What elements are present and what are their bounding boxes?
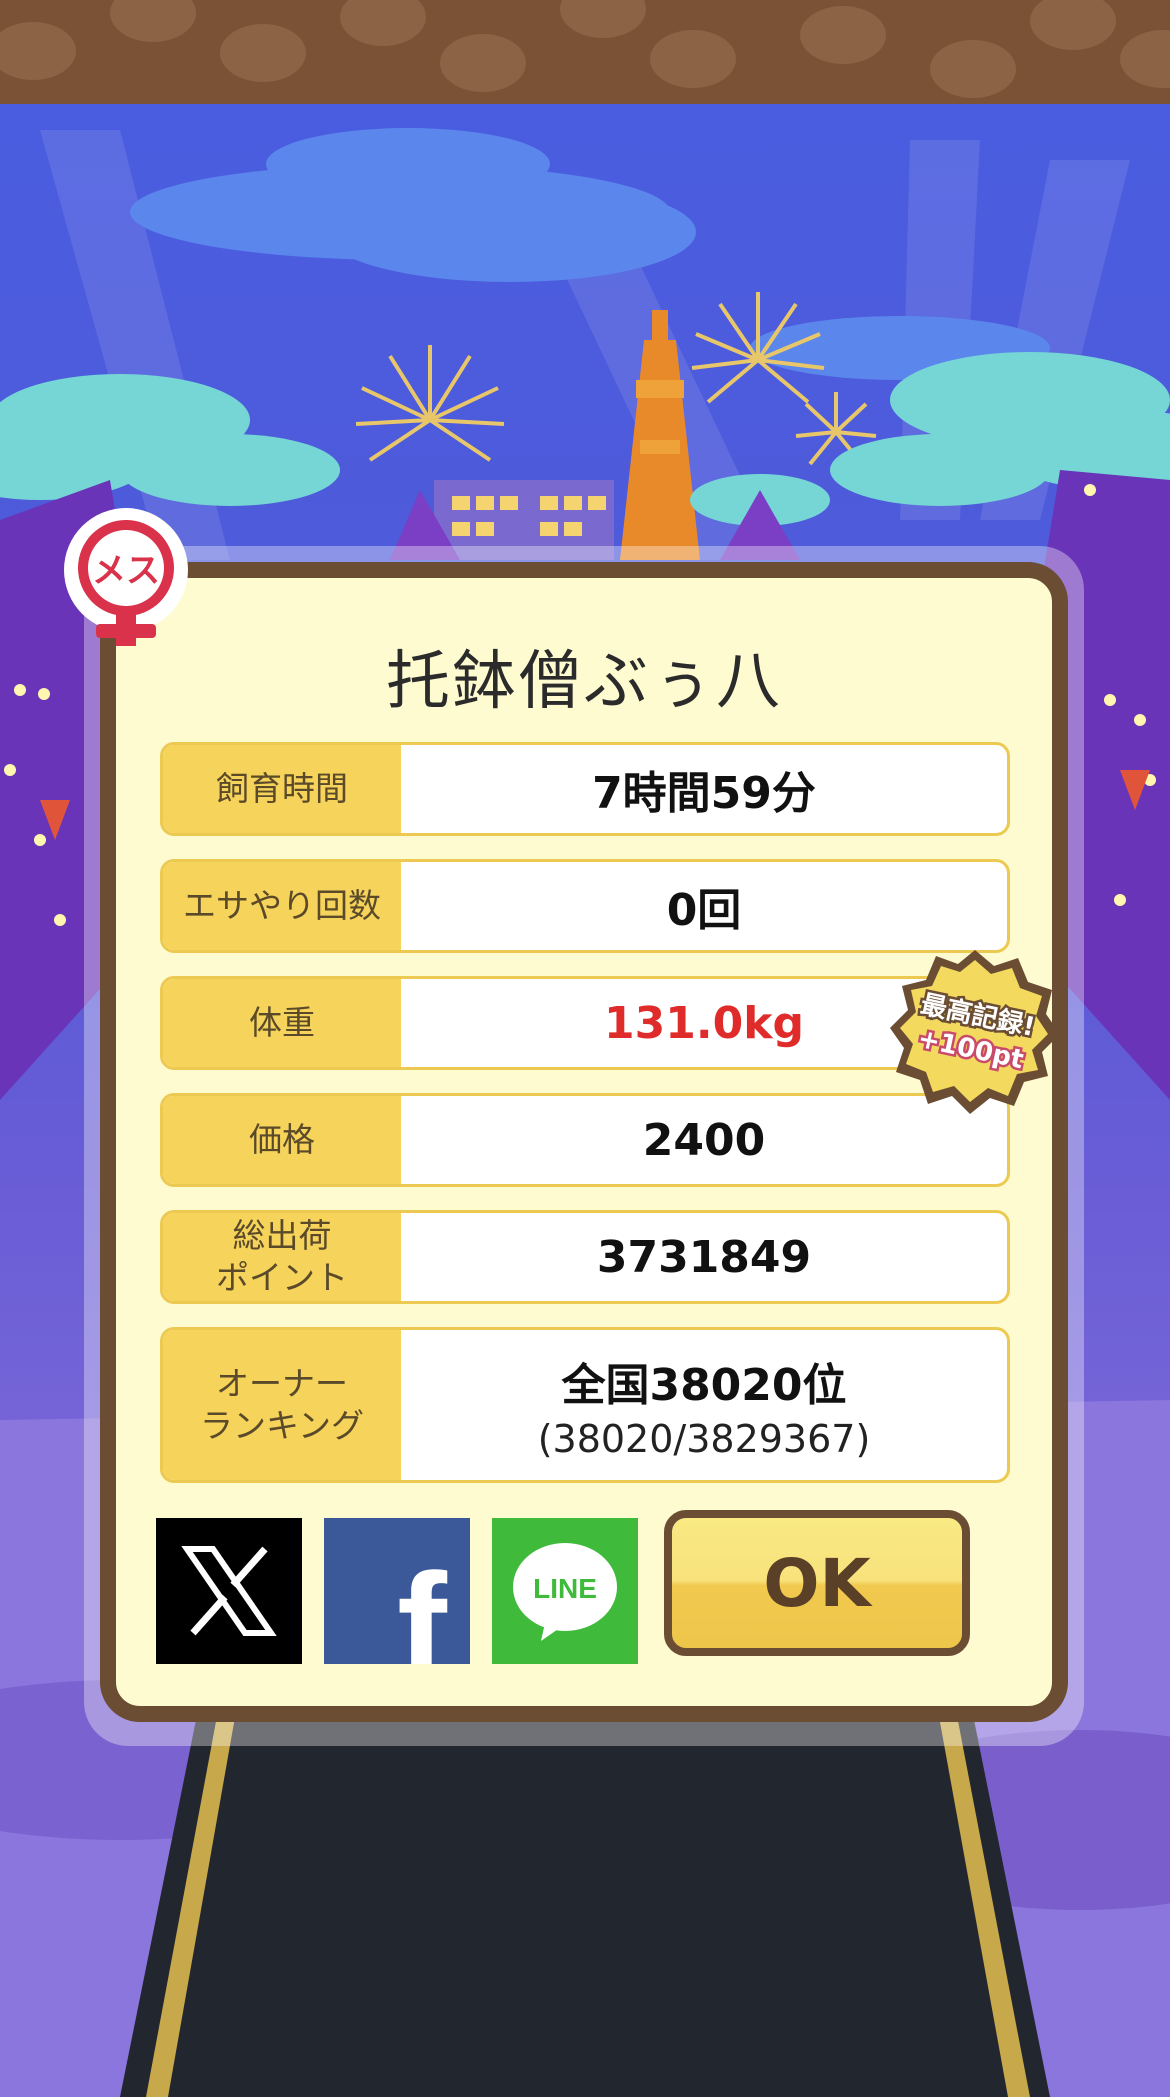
stat-label: 飼育時間 (163, 745, 401, 833)
facebook-logo-icon: f (397, 1542, 448, 1664)
result-dialog: 托鉢僧ぶぅ八 飼育時間 7時間59分 エサやり回数 0回 体重 131.0kg … (100, 562, 1068, 1722)
share-x-button[interactable]: X (156, 1518, 302, 1664)
x-logo-icon: X (179, 1541, 277, 1636)
stat-row-weight: 体重 131.0kg (160, 976, 1010, 1070)
stat-value: 3731849 (596, 1231, 812, 1283)
share-facebook-button[interactable]: f (324, 1518, 470, 1664)
share-line-button[interactable]: LINE (492, 1518, 638, 1664)
stat-row-raising-time: 飼育時間 7時間59分 (160, 742, 1010, 836)
female-gender-badge: メス (56, 508, 196, 648)
x-label: X (179, 1541, 180, 1542)
stat-row-feed-count: エサやり回数 0回 (160, 859, 1010, 953)
stat-label: 体重 (163, 979, 401, 1067)
ranking-detail: (38020/3829367) (537, 1417, 871, 1461)
stat-value: 7時間59分 (592, 768, 816, 819)
stat-value: 全国38020位 (38020/3829367) (537, 1360, 871, 1461)
stat-row-owner-ranking: オーナー ランキング 全国38020位 (38020/3829367) (160, 1327, 1010, 1483)
stat-label: 価格 (163, 1096, 401, 1184)
ok-button[interactable]: OK (664, 1510, 970, 1656)
gender-label: メス (92, 551, 160, 591)
female-symbol-icon: メス (64, 508, 188, 646)
stat-row-price: 価格 2400 (160, 1093, 1010, 1187)
facebook-label: f (397, 1542, 448, 1664)
stat-value: 0回 (666, 885, 742, 936)
line-logo-icon: LINE (513, 1543, 617, 1641)
stat-label: エサやり回数 (163, 862, 401, 950)
pig-name-title: 托鉢僧ぶぅ八 (386, 645, 782, 719)
best-record-badge: 最高記録! +100pt (890, 950, 1060, 1114)
stat-row-shipping-points: 総出荷 ポイント 3731849 (160, 1210, 1010, 1304)
line-label: LINE (533, 1573, 597, 1604)
stat-label: オーナー ランキング (163, 1330, 401, 1480)
stat-label: 総出荷 ポイント (163, 1213, 401, 1301)
